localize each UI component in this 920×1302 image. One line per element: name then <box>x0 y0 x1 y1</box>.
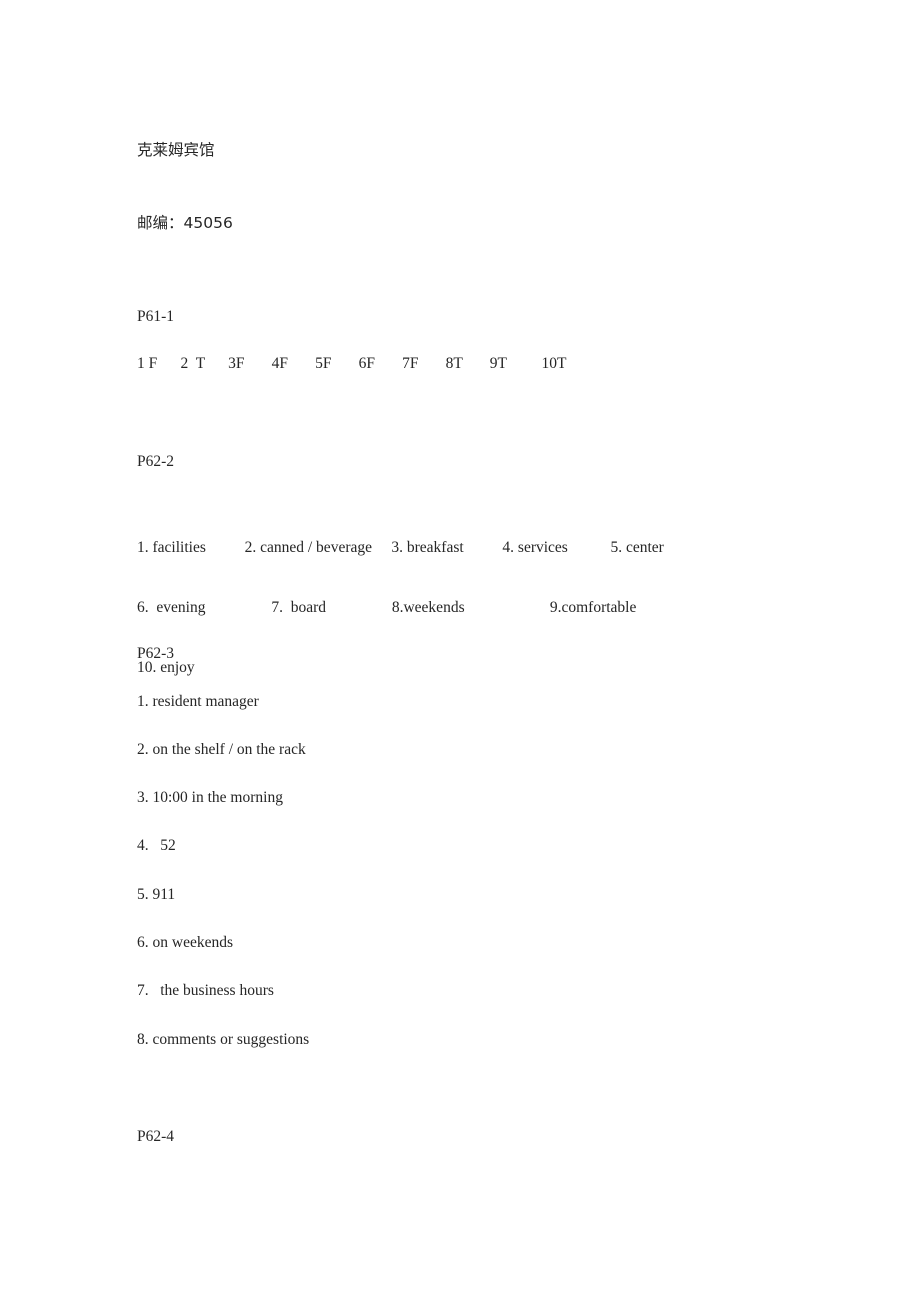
postcode-line: 邮编：45056 <box>137 214 233 232</box>
section-heading-p62-3: P62-3 <box>137 645 175 662</box>
section-heading-p61-1: P61-1 <box>137 308 175 325</box>
p62-2-line-1: 1. facilities 2. canned / beverage 3. br… <box>137 539 664 556</box>
hotel-name-heading: 克莱姆宾馆 <box>137 141 215 159</box>
p62-3-item-5: 5. 911 <box>137 886 176 903</box>
p62-3-item-6: 6. on weekends <box>137 934 233 951</box>
section-heading-p62-2: P62-2 <box>137 453 175 470</box>
p62-2-line-2: 6. evening 7. board 8.weekends 9.comfort… <box>137 599 637 616</box>
p62-3-item-8: 8. comments or suggestions <box>137 1031 310 1048</box>
p62-3-item-1: 1. resident manager <box>137 693 259 710</box>
p62-3-item-7: 7. the business hours <box>137 982 274 999</box>
p62-3-item-3: 3. 10:00 in the morning <box>137 789 283 806</box>
p62-2-line-3: 10. enjoy <box>137 659 195 676</box>
p62-3-item-2: 2. on the shelf / on the rack <box>137 741 306 758</box>
section-heading-p62-4: P62-4 <box>137 1128 175 1145</box>
p62-3-item-4: 4. 52 <box>137 837 176 854</box>
p62-2-answer-block: 1. facilities 2. canned / beverage 3. br… <box>137 500 664 716</box>
document-page: 克莱姆宾馆 邮编：45056 P61-1 1 F 2 T 3F 4F 5F 6F… <box>0 0 920 1302</box>
p61-1-answer-row: 1 F 2 T 3F 4F 5F 6F 7F 8T 9T 10T <box>137 355 567 372</box>
